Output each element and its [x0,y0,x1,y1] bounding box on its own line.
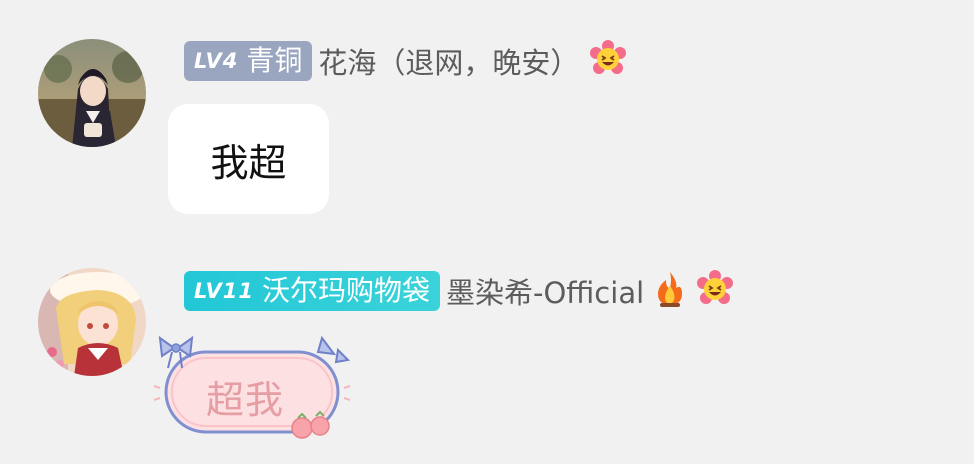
avatar[interactable] [38,39,146,147]
rank-label: 青铜 [246,44,303,77]
fire-icon [654,270,686,312]
level-badge: LV4 青铜 [184,41,313,81]
avatar[interactable] [38,268,146,376]
level-label: LV11 [194,279,254,303]
rank-label: 沃尔玛购物袋 [261,274,430,307]
level-label: LV4 [194,49,239,73]
message-text: 超我 [206,378,285,422]
nickname[interactable]: 花海（退网，晚安） [318,40,579,82]
message-text: 我超 [210,140,287,185]
nickname[interactable]: 墨染希-Official [446,270,644,312]
level-badge: LV11 沃尔玛购物袋 [184,271,440,311]
decorated-message-bubble[interactable]: 超我 [152,328,358,448]
flower-grin-icon [589,40,627,82]
flower-grin-icon [696,270,734,312]
message-bubble[interactable]: 我超 [168,104,329,214]
message-header: LV4 青铜 花海（退网，晚安） [184,40,627,82]
message-header: LV11 沃尔玛购物袋 墨染希-Official [184,270,734,312]
